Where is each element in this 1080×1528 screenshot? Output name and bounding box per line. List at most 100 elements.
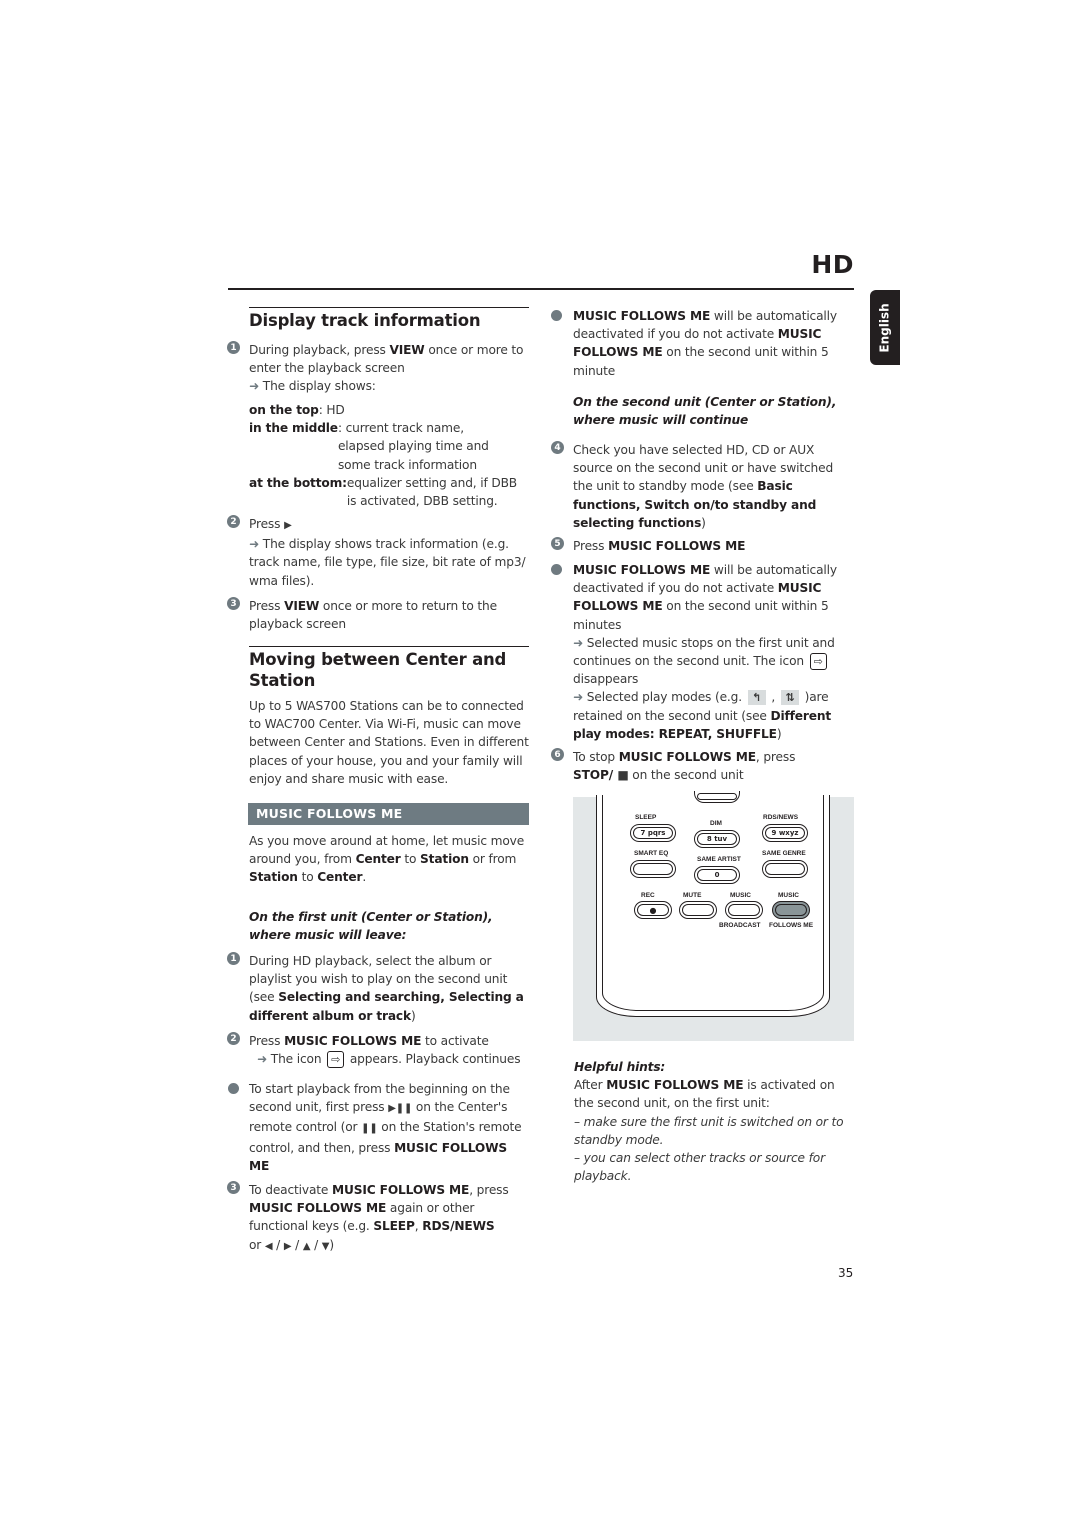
section-rule [249,646,529,647]
arrow-icon: ➜ [249,379,260,394]
bold: Station [249,870,298,885]
text: After [574,1078,607,1093]
step-number-1: 1 [227,952,240,965]
row-label: at the bottom: [249,475,347,490]
remote-label-mute: MUTE [683,892,702,899]
play-icon: ▶ [284,520,292,531]
text: During playback, press [249,343,390,357]
moving-title: Moving between Center and Station [249,649,529,691]
bold: SLEEP [373,1219,415,1234]
remote-key-smart-eq [630,860,676,878]
text: To stop [573,750,619,764]
rec-dot-icon: ● [649,905,657,915]
display-track-title: Display track information [249,311,481,330]
text: to [400,852,421,867]
bold: MUSIC FOLLOWS ME [618,750,756,764]
bold: MUSIC FOLLOWS ME [608,539,746,553]
remote-label-rds-news: RDS/NEWS [763,814,799,821]
helpful-hints: Helpful hints: After MUSIC FOLLOWS ME is… [574,1058,856,1185]
repeat-icon: ↰ [747,690,766,706]
text: disappears [573,672,639,687]
text: ) [776,726,782,741]
remote-key-music-broadcast [725,901,763,919]
start-playback-bullet: To start playback from the beginning on … [249,1080,531,1175]
pause-icon: ❚❚ [361,1123,378,1135]
hint-item: – make sure the first unit is switched o… [574,1114,844,1147]
text: Selected play modes (e.g. [586,690,746,705]
first-unit-heading: On the first unit (Center or Station), w… [249,910,493,943]
auto-deactivate-bullet-1: MUSIC FOLLOWS ME will be automatically d… [573,307,855,380]
text: Press [249,1034,285,1048]
text: ) [410,1008,416,1023]
display-step-3: Press VIEW once or more to return to the… [249,597,529,633]
text: To deactivate [249,1183,333,1197]
remote-label-follows-me: FOLLOWS ME [769,922,814,929]
step-number-1: 1 [227,341,240,354]
text: . [362,870,367,885]
remote-key-7: 7 pqrs [630,824,676,842]
text: appears. Playback continues [346,1052,521,1067]
bold: STOP/ [573,768,618,783]
second-unit-heading: On the second unit (Center or Station), … [573,395,837,428]
display-rows: on the top: HD in the middle: current tr… [249,401,529,510]
arrow-icon: ➜ [573,635,584,650]
remote-key-top [694,791,740,803]
language-tab-label: English [878,302,892,353]
step-number-3: 3 [227,597,240,610]
mfm-step-2: Press MUSIC FOLLOWS ME to activate ➜ The… [249,1032,531,1069]
remote-key-9: 9 wxyz [762,824,808,842]
display-step-2: Press ▶ ➜ The display shows track inform… [249,515,529,590]
language-tab: English [870,290,900,365]
view-key: VIEW [284,599,320,613]
row-label: on the top [249,403,319,417]
text: Press [573,539,609,553]
key-text: 8 tuv [706,835,728,843]
view-key: VIEW [389,343,425,357]
remote-label-sleep: SLEEP [635,814,657,821]
key-text: 0 [714,871,720,879]
bold: Station [420,852,469,867]
remote-label-rec: REC [641,892,655,899]
bold: Selecting and searching, Selecting a dif… [249,990,524,1023]
text: , [767,690,779,705]
remote-label-dim: DIM [710,820,722,827]
right-arrow-icon: ▶ [283,1240,292,1252]
music-follows-me-icon: ⇨ [809,653,827,671]
bold: MUSIC FOLLOWS ME [573,563,711,577]
text: Selected music stops on the first unit a… [573,635,835,669]
music-follows-me-icon: ⇨ [327,1051,345,1069]
music-follows-me-bar: MUSIC FOLLOWS ME [248,803,529,825]
text: Press [249,517,281,531]
bold: RDS/NEWS [422,1219,495,1234]
hints-title: Helpful hints: [574,1060,666,1074]
bold: MUSIC FOLLOWS ME [606,1078,744,1093]
remote-label-same-genre: SAME GENRE [762,850,806,857]
arrow-icon: ➜ [257,1052,268,1067]
remote-key-music-follows-me [772,901,810,919]
remote-label-music-broadcast: MUSIC [730,892,751,899]
display-row-middle: in the middle: current track name, elaps… [249,419,529,474]
text: or from [468,852,517,867]
mfm-step-1: During HD playback, select the album or … [249,952,531,1025]
text: The icon [270,1052,326,1067]
step-6: To stop MUSIC FOLLOWS ME, press STOP/ ■ … [573,748,855,784]
remote-key-0: 0 [694,866,740,884]
stop-icon: ■ [617,768,629,783]
section-code: HD [811,250,854,279]
play-pause-icon: ▶❚❚ [388,1103,413,1115]
auto-deactivate-bullet-2: MUSIC FOLLOWS ME will be automatically d… [573,561,855,743]
step-number-2: 2 [227,515,240,528]
remote-label-music-follows: MUSIC [778,892,799,899]
row-label: in the middle [249,421,338,436]
step-number-2: 2 [227,1032,240,1045]
bold: MUSIC FOLLOWS ME [573,309,711,323]
text: Check you have selected HD, CD or AUX so… [573,443,834,494]
left-arrow-icon: ◀ [264,1240,273,1252]
up-arrow-icon: ▲ [302,1240,311,1252]
row-value: : HD [318,403,345,417]
text: to [297,870,318,885]
header-rule [228,288,854,290]
mfm-step-3: To deactivate MUSIC FOLLOWS ME, press MU… [249,1183,509,1252]
arrow-icon: ➜ [249,537,260,552]
text: ) [701,515,706,530]
